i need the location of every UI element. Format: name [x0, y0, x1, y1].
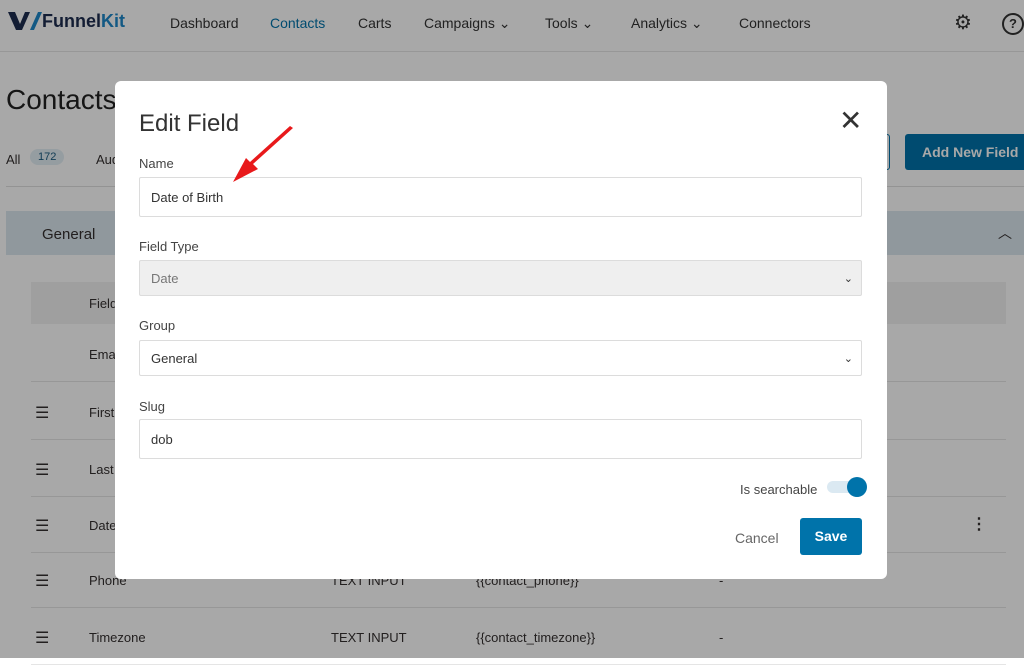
group-select[interactable]: General ⌄ — [139, 340, 862, 376]
chevron-down-icon: ⌄ — [843, 352, 853, 365]
field-type-select: Date ⌄ — [139, 260, 862, 296]
close-icon[interactable]: ✕ — [839, 107, 862, 135]
modal-title: Edit Field — [139, 110, 240, 137]
cancel-button[interactable]: Cancel — [735, 530, 779, 546]
chevron-down-icon: ⌄ — [843, 272, 853, 285]
group-label: Group — [139, 318, 176, 333]
field-type-value: Date — [151, 270, 179, 286]
slug-label: Slug — [139, 399, 166, 414]
annotation-arrow-icon — [233, 126, 293, 182]
name-value: Date of Birth — [151, 189, 224, 205]
save-button[interactable]: Save — [800, 518, 862, 555]
slug-input[interactable]: dob — [139, 419, 862, 459]
toggle-knob — [847, 477, 867, 497]
group-value: General — [151, 350, 198, 366]
searchable-toggle[interactable] — [827, 477, 867, 497]
field-type-label: Field Type — [139, 239, 199, 254]
searchable-label: Is searchable — [740, 482, 818, 497]
name-label: Name — [139, 156, 174, 171]
slug-value: dob — [151, 431, 173, 447]
